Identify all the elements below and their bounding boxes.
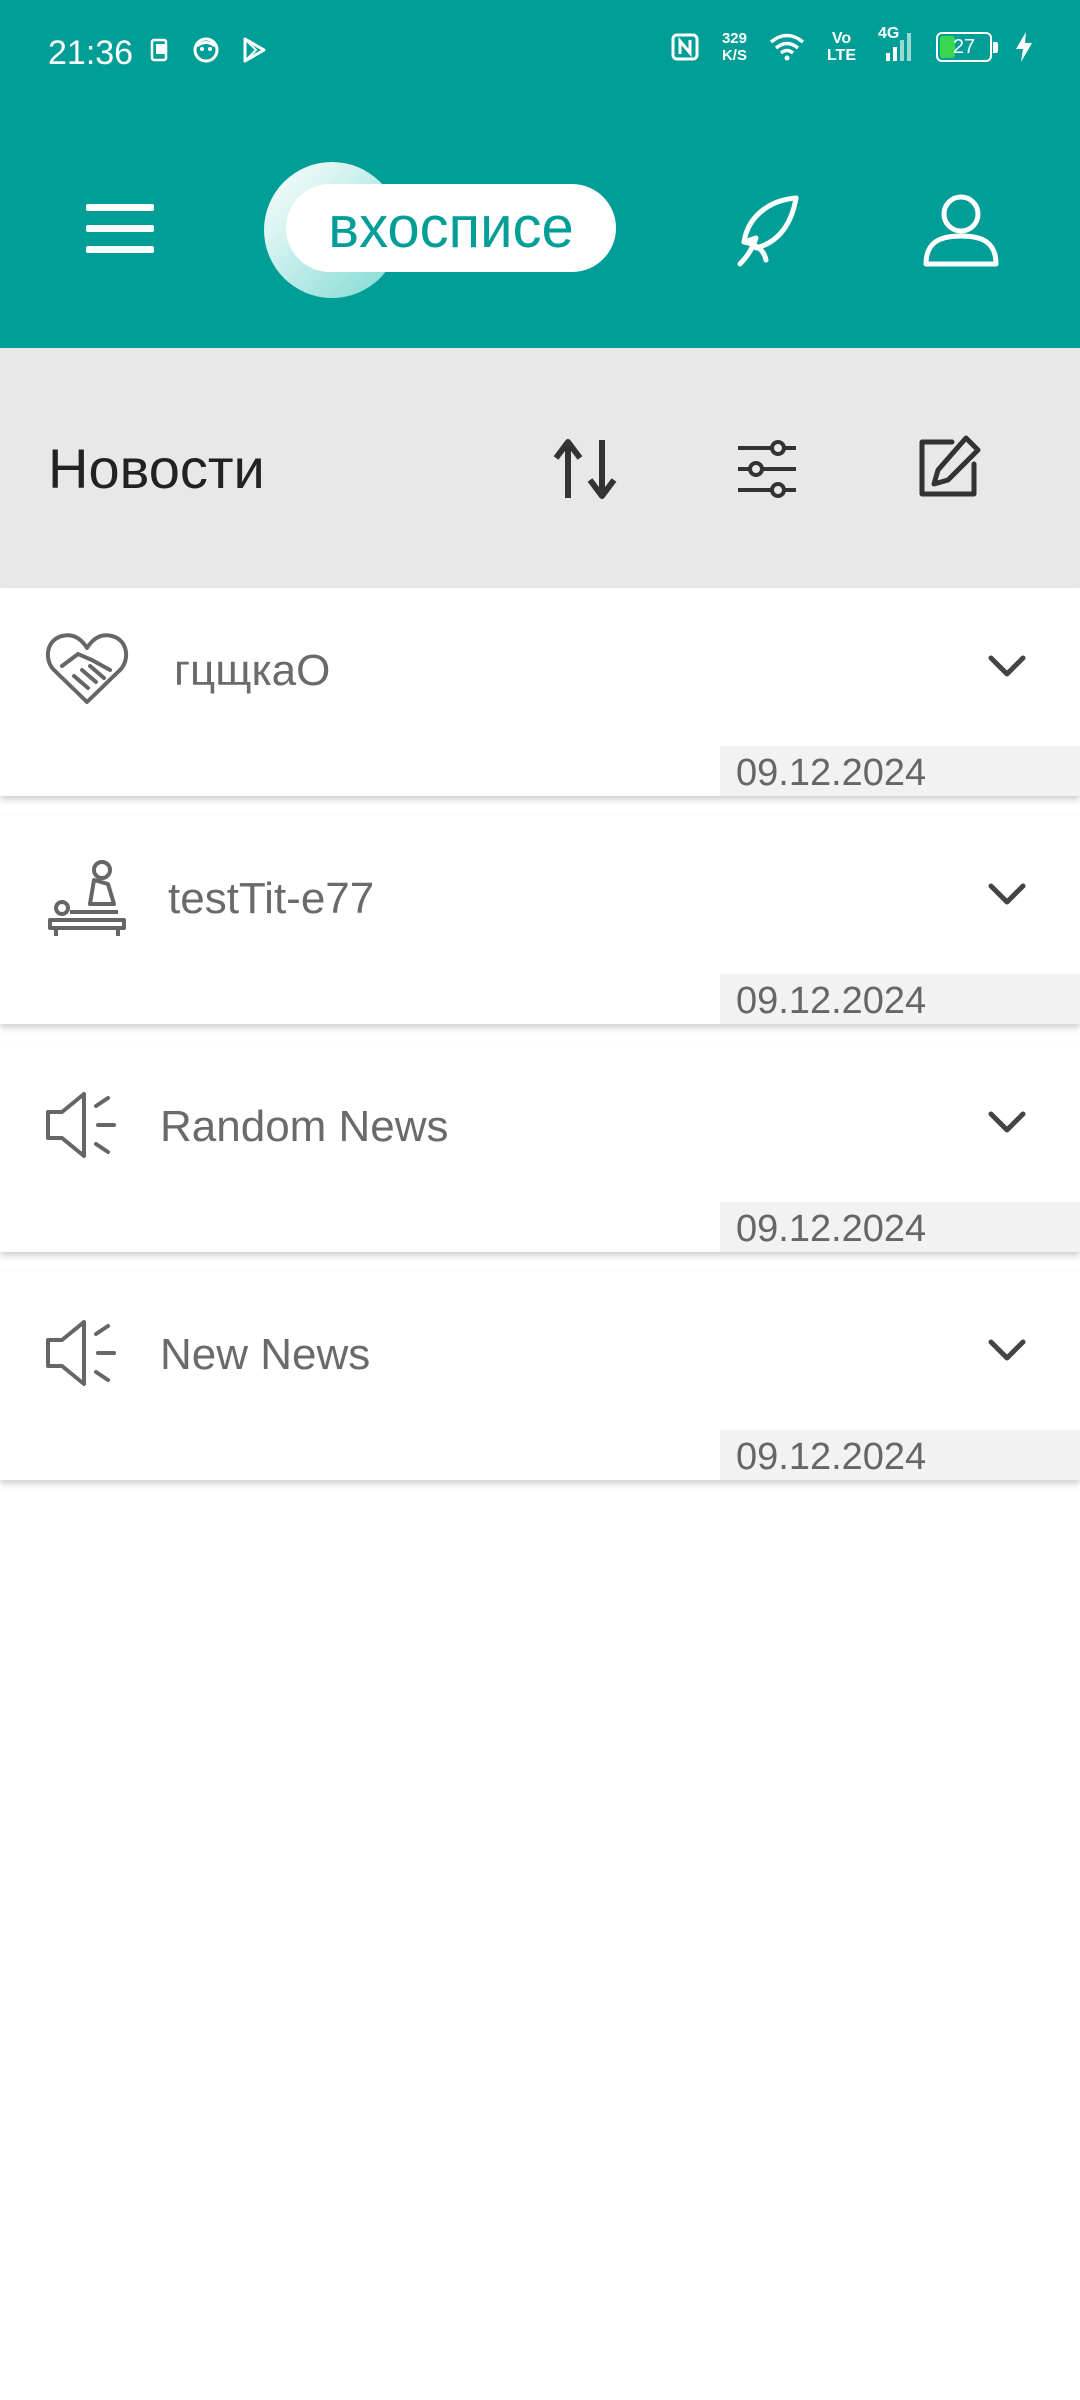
app-notification-icon [150,38,168,62]
menu-button[interactable] [80,200,160,258]
net-speed-value: 329 [721,30,747,47]
sort-button[interactable] [550,434,620,504]
net-speed-unit: K/S [721,47,747,64]
wifi-icon [769,33,805,61]
chevron-down-icon[interactable] [986,1108,1028,1138]
page-title: Новости [48,437,265,500]
nfc-icon [671,33,699,61]
sort-icon [553,439,617,499]
news-title: New News [160,1330,371,1379]
news-item[interactable]: гцщкаО 09.12.2024 [0,588,1080,796]
volte-indicator: Vo LTE [827,30,856,64]
notification-icons [150,36,268,64]
status-bar: 21:36 329 K/S Vo LTE 4G 27 [0,0,1080,108]
chevron-down-icon[interactable] [986,1336,1028,1366]
news-toolbar: Новости [0,348,1080,588]
battery-level: 27 [952,35,976,58]
edit-icon [919,435,981,497]
system-indicators: 329 K/S Vo LTE 4G 27 [670,25,1034,64]
megaphone-icon [46,1092,116,1158]
news-item[interactable]: Random News 09.12.2024 [0,1044,1080,1252]
feather-icon [737,195,799,267]
network-type: 4G [878,25,900,42]
news-item[interactable]: testTit-e77 09.12.2024 [0,816,1080,1024]
app-bar: вхосписе [0,108,1080,348]
net-speed: 329 K/S [722,30,747,64]
news-date: 09.12.2024 [720,1202,1080,1252]
chevron-down-icon[interactable] [986,880,1028,910]
megaphone-icon [46,1320,116,1386]
news-title: Random News [160,1102,449,1151]
volte-top: Vo [831,30,852,47]
news-date: 09.12.2024 [720,974,1080,1024]
news-date: 09.12.2024 [720,1430,1080,1480]
news-title: testTit-e77 [168,874,375,923]
handshake-heart-icon [45,633,129,704]
chevron-down-icon[interactable] [986,652,1028,682]
cell-signal: 4G [878,25,914,63]
user-icon [923,194,999,267]
massage-icon [48,860,126,936]
play-store-icon [243,37,266,63]
face-notification-icon [193,37,219,63]
news-date: 09.12.2024 [720,746,1080,796]
status-time: 21:36 [48,34,134,72]
feather-button[interactable] [730,192,806,268]
news-title: гцщкаО [174,646,331,695]
app-logo[interactable]: вхосписе [262,160,632,300]
filter-button[interactable] [732,434,802,504]
volte-bottom: LTE [826,47,856,64]
news-item[interactable]: New News 09.12.2024 [0,1272,1080,1480]
battery-indicator: 27 [936,32,998,62]
logo-text: вхосписе [286,184,616,272]
edit-button[interactable] [912,432,984,504]
filter-icon [738,440,796,498]
menu-icon [86,204,154,253]
profile-button[interactable] [920,192,1002,268]
charging-icon [1016,32,1032,62]
